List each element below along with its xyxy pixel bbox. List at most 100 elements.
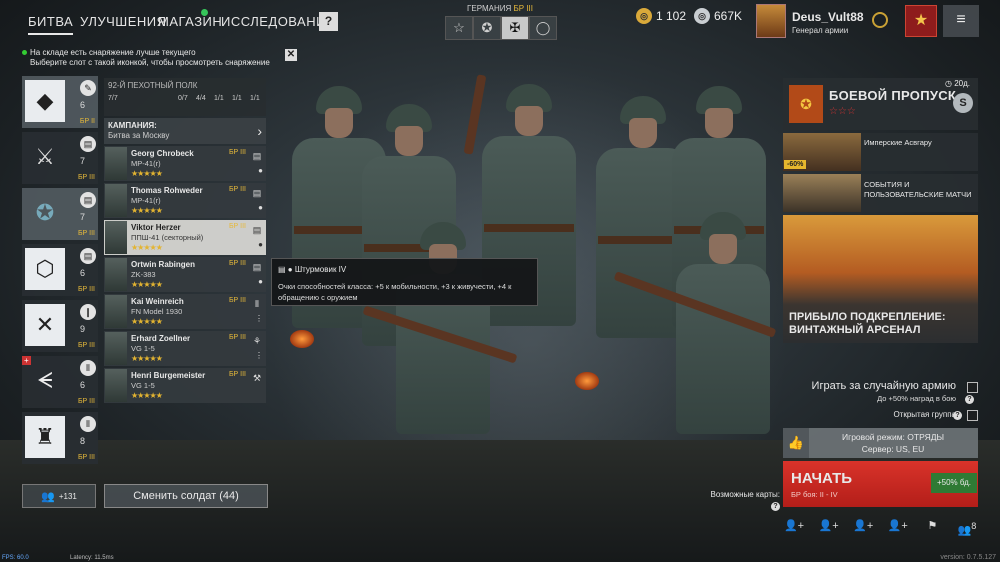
nav-shop[interactable]: МАГАЗИН [158,14,222,29]
soldier-stars: ★★★★★ [131,169,163,178]
squad-class-icon: ▤ [80,192,96,208]
help-button[interactable]: ? [319,12,338,31]
invite-player-icon[interactable]: 👤+ [818,515,840,537]
nav-upgrades[interactable]: УЛУЧШЕНИЯ [80,14,167,29]
nation-tab-ussr[interactable]: ✪ [473,16,501,40]
squad-class-icon: ▤ [80,136,96,152]
squad-panel: 92-Й ПЕХОТНЫЙ ПОЛК 7/7 0/7 4/4 1/1 1/1 1… [104,78,266,403]
nation-tab-germany[interactable]: ✠ [501,16,529,40]
silver-amount: 1 102 [656,9,687,23]
thumbs-up-icon[interactable]: 👍 [783,428,809,458]
soldier-row[interactable]: Viktor Herzer ППШ-41 (секторный) ★★★★★ Б… [104,220,266,255]
campfire-glow [290,330,314,348]
perk-icon: ● [258,166,263,175]
squad-list: ◆ ✎ 6 БР II ⚔ ▤ 7 БР III ✪ ▤ 7 БР III ⬡ … [22,76,100,482]
random-army-checkbox[interactable] [967,382,978,393]
more-options-icon: ⋮ [255,314,263,323]
squad-item[interactable]: ◆ ✎ 6 БР II [22,76,98,128]
squad-soldier-count: 7 [80,156,86,166]
possible-maps[interactable]: Возможные карты: ? [700,489,780,511]
soldier-stars: ★★★★★ [131,243,163,252]
premium-star-button[interactable]: ★ [905,5,937,37]
discount-badge: -60% [784,160,807,169]
soldier-br: БР III [228,297,246,304]
help-circle-icon[interactable]: ? [771,502,780,511]
soldier-portrait [105,258,127,291]
invite-player-icon[interactable]: 👤+ [887,515,909,537]
tooltip-body: Очки способностей класса: +5 к мобильнос… [278,282,512,302]
offer-item[interactable]: СОБЫТИЯ И ПОЛЬЗОВАТЕЛЬСКИЕ МАТЧИ [783,174,978,212]
soldier-weapon: ППШ-41 (секторный) [131,233,204,242]
soldier-row[interactable]: Erhard Zoellner VG 1-5 ★★★★★ БР III ⚘ ⋮ [104,331,266,366]
squad-class-icon: ⦀ [80,360,96,376]
soldier-br: БР III [228,371,246,378]
squad-class-icon: ⦀ [80,416,96,432]
soldier-weapon: ZK-383 [131,270,156,279]
squad-item[interactable]: ♜ ⦀ 8 БР III [22,412,98,464]
soldier-row[interactable]: Thomas Rohweder MP-41(r) ★★★★★ БР III ▤ … [104,183,266,218]
soldier-row[interactable]: Ortwin Rabingen ZK-383 ★★★★★ БР III ▤ ● [104,257,266,292]
notice-close-button[interactable]: ✕ [285,49,297,61]
nav-battle[interactable]: БИТВА [28,14,74,35]
offer-thumbnail [783,174,861,212]
squad-emblem-icon: ⬡ [25,248,65,290]
random-army-label: Играть за случайную армию [811,380,956,392]
help-circle-icon[interactable]: ? [953,411,962,420]
gold-coin-icon: ◎ [694,8,710,24]
soldier-weapon: VG 1-5 [131,344,155,353]
squad-soldier-count: 9 [80,324,86,334]
perk-icon: ● [258,203,263,212]
promo-banner[interactable]: ПРИБЫЛО ПОДКРЕПЛЕНИЕ: ВИНТАЖНЫЙ АРСЕНАЛ [783,215,978,343]
xp-boost-badge: +50% бд. [931,473,977,493]
promo-title-line-1: ПРИБЫЛО ПОДКРЕПЛЕНИЕ: [789,311,946,323]
open-group-checkbox[interactable] [967,410,978,421]
squad-item[interactable]: ⚔ ▤ 7 БР III [22,132,98,184]
tooltip-title-row: ▤ ● Штурмовик IV [278,265,346,274]
reserve-button[interactable]: 👥 +131 [22,484,96,508]
soldier-weapon: MP-41(r) [131,196,161,205]
squad-br: БР III [77,398,95,405]
xp-boost-text: +50% бд. [936,478,972,487]
squad-item[interactable]: ✕ ❙ 9 БР III [22,300,98,352]
nation-title: ГЕРМАНИЯ БР III [440,4,560,13]
silver-coin-icon: ◎ [636,8,652,24]
soldier-name: Erhard Zoellner [131,334,191,343]
invite-player-icon[interactable]: 👤+ [783,515,805,537]
slot-count: 7/7 [108,95,118,102]
offer-item[interactable]: -60% Имперские Асвгару [783,133,978,171]
squad-emblem-icon: ✕ [25,304,65,346]
change-soldiers-button[interactable]: Сменить солдат (44) [104,484,268,508]
squad-header: 92-Й ПЕХОТНЫЙ ПОЛК 7/7 0/7 4/4 1/1 1/1 1… [104,78,266,116]
squad-item[interactable]: ✪ ▤ 7 БР III [22,188,98,240]
rank-badge-icon [872,12,888,28]
campfire-glow [575,372,599,390]
nation-tab-japan[interactable]: ◯ [529,16,557,40]
squad-emblem-icon: ⚔ [35,144,55,169]
class-book-icon: ▤ [252,188,262,198]
machine-gunner-icon: ⦀ [255,299,259,309]
squad-item[interactable]: + ᗕ ⦀ 6 БР III [22,356,98,408]
soldier-row[interactable]: Henri Burgemeister VG 1-5 ★★★★★ БР III ⚒ [104,368,266,403]
soldier-br: БР III [228,334,246,341]
group-icon[interactable]: 👥8 [956,515,978,537]
soldier-row[interactable]: Kai Weinreich FN Model 1930 ★★★★★ БР III… [104,294,266,329]
flag-icon[interactable]: ⚑ [921,515,943,537]
soldier-weapon: VG 1-5 [131,381,155,390]
game-mode-selector[interactable]: 👍 Игровой режим: ОТРЯДЫ Сервер: US, EU [783,428,978,458]
help-circle-icon[interactable]: ? [965,395,974,404]
soldier-name: Ortwin Rabingen [131,260,195,269]
hamburger-menu-icon[interactable]: ≡ [943,5,979,37]
invite-player-icon[interactable]: 👤+ [852,515,874,537]
nation-tab-usa[interactable]: ☆ [445,16,473,40]
campaign-selector[interactable]: КАМПАНИЯ: Битва за Москву › [104,118,266,144]
silver-currency[interactable]: ◎ 1 102 [636,8,686,24]
squad-item[interactable]: ⬡ ▤ 6 БР III [22,244,98,296]
gold-currency[interactable]: ◎ 667K [694,8,742,24]
soldier-name: Thomas Rohweder [131,186,203,195]
battle-pass-timer-text: 20д. [954,79,970,88]
class-book-icon: ▤ [252,262,262,272]
soldier-stars: ★★★★★ [131,206,163,215]
game-mode-label: Игровой режим: ОТРЯДЫ [842,432,944,442]
soldier-row[interactable]: Georg Chrobeck MP-41(r) ★★★★★ БР III ▤ ● [104,146,266,181]
avatar [756,4,786,38]
